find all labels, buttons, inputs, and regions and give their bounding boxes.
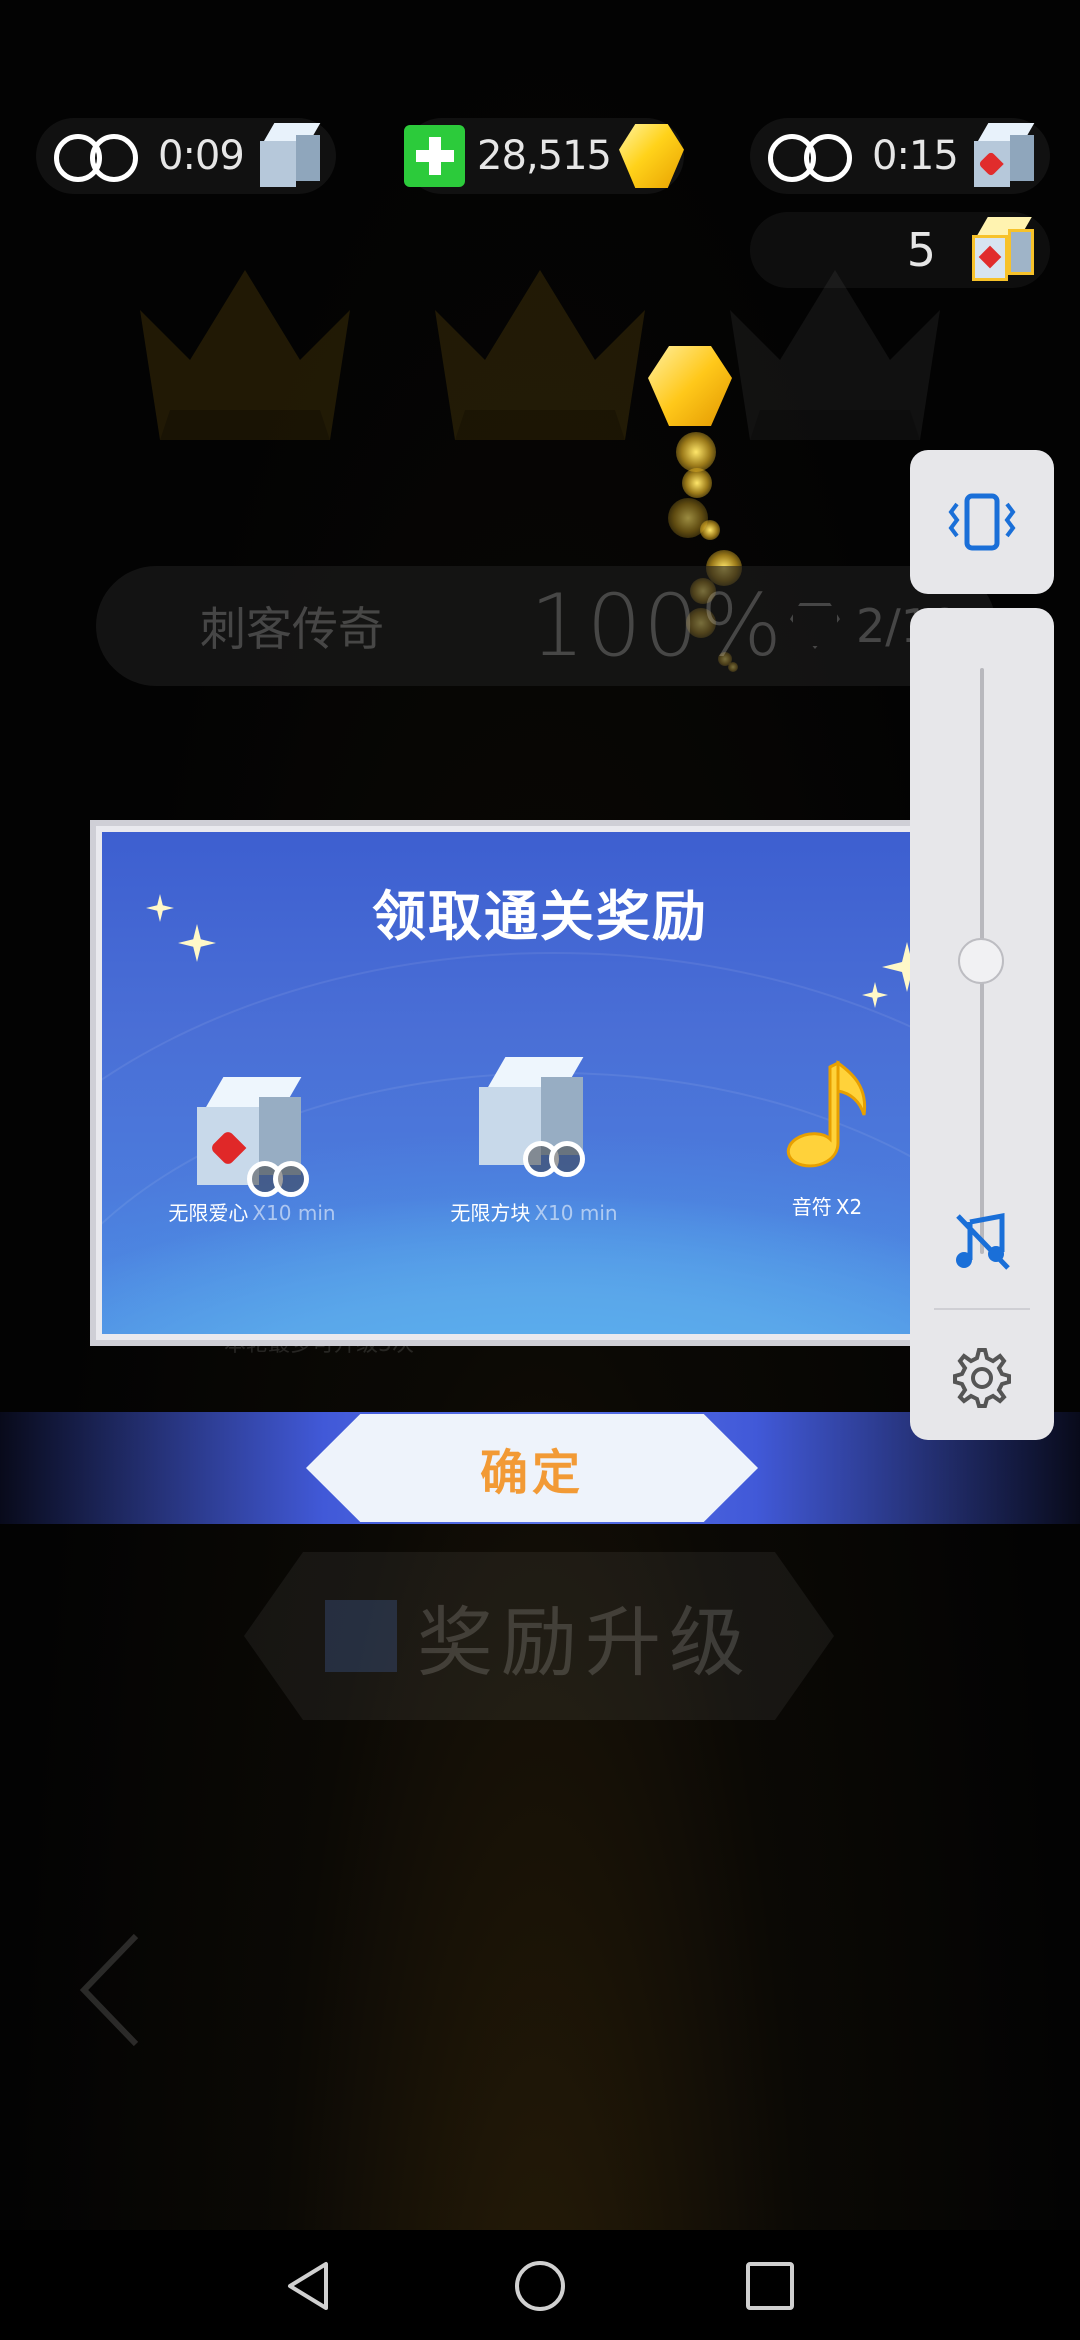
reward-label: 无限爱心 xyxy=(168,1201,249,1225)
reward-upgrade-button[interactable]: 奖励升级 xyxy=(244,1552,834,1720)
diamond-icon xyxy=(790,603,840,649)
reward-detail: X2 xyxy=(835,1195,863,1219)
left-timer-text: 0:09 xyxy=(158,133,245,179)
reward-caption: 音符 X2 xyxy=(762,1191,892,1220)
gold-heart-cube-icon xyxy=(972,217,1036,283)
cube-icon xyxy=(479,1057,589,1177)
dialog-body: 领取通关奖励 无限爱心 X10 min 无限方块 X10 min 音符 X2 xyxy=(102,832,978,1334)
volume-panel xyxy=(910,608,1054,1440)
coin-counter[interactable]: 28,515 xyxy=(404,118,684,194)
video-ad-icon xyxy=(325,1600,397,1672)
infinity-icon xyxy=(54,134,138,182)
game-screen: 0:09 28,515 0:15 5 刺客传奇 100% 2/10 领取通关奖励… xyxy=(0,0,1080,2340)
reward-caption: 无限方块 X10 min xyxy=(444,1197,624,1226)
divider xyxy=(934,1308,1030,1310)
confirm-button[interactable]: 确定 xyxy=(306,1414,758,1522)
level-info-bar: 刺客传奇 100% 2/10 xyxy=(96,566,996,686)
sparkle-effect xyxy=(700,520,720,540)
crown-icon xyxy=(720,250,950,450)
music-note-icon xyxy=(786,1060,867,1168)
reward-item-infinite-cubes: 无限方块 X10 min xyxy=(444,1057,624,1226)
reward-item-infinite-hearts: 无限爱心 X10 min xyxy=(162,1077,342,1226)
nav-recents-icon[interactable] xyxy=(742,2258,798,2314)
right-timer-text: 0:15 xyxy=(872,133,959,179)
cube-icon xyxy=(259,123,322,189)
crown-icon xyxy=(130,250,360,450)
reward-detail: X10 min xyxy=(534,1201,618,1225)
nav-home-icon[interactable] xyxy=(512,2258,568,2314)
settings-gear-icon[interactable] xyxy=(950,1346,1014,1410)
level-reward-dialog: 领取通关奖励 无限爱心 X10 min 无限方块 X10 min 音符 X2 xyxy=(90,820,990,1346)
infinity-icon xyxy=(523,1141,585,1177)
reward-item-music-notes: 音符 X2 xyxy=(762,1057,892,1220)
upgrade-label: 奖励升级 xyxy=(417,1598,753,1687)
sparkle-star-icon xyxy=(862,982,888,1008)
vibrate-icon xyxy=(948,493,1016,551)
system-nav-bar xyxy=(0,2230,1080,2340)
reward-label: 无限方块 xyxy=(450,1201,531,1225)
crown-icon xyxy=(425,250,655,450)
infinity-icon xyxy=(247,1161,309,1197)
heart-cube-icon xyxy=(973,123,1036,189)
sparkle-effect xyxy=(676,432,716,472)
infinite-hearts-timer[interactable]: 0:09 xyxy=(36,118,336,194)
back-arrow-icon[interactable] xyxy=(76,1930,146,2050)
music-muted-icon[interactable] xyxy=(950,1208,1014,1272)
reward-caption: 无限爱心 X10 min xyxy=(162,1197,342,1226)
level-name: 刺客传奇 xyxy=(200,602,384,656)
heart-cube-icon xyxy=(197,1077,309,1197)
infinite-cubes-timer[interactable]: 0:15 xyxy=(750,118,1050,194)
level-percent: 100% xyxy=(530,576,784,676)
flying-gem-icon xyxy=(648,346,732,426)
dialog-title: 领取通关奖励 xyxy=(372,885,708,948)
add-coins-icon[interactable] xyxy=(404,125,466,187)
coin-count-text: 28,515 xyxy=(477,133,612,179)
nav-back-icon[interactable] xyxy=(282,2258,338,2314)
reward-detail: X10 min xyxy=(252,1201,336,1225)
sparkle-effect xyxy=(682,468,712,498)
vibrate-toggle[interactable] xyxy=(910,450,1054,594)
gold-gem-icon xyxy=(619,124,684,188)
reward-label: 音符 xyxy=(791,1195,832,1219)
volume-slider-thumb[interactable] xyxy=(958,938,1004,984)
infinity-icon xyxy=(768,134,852,182)
